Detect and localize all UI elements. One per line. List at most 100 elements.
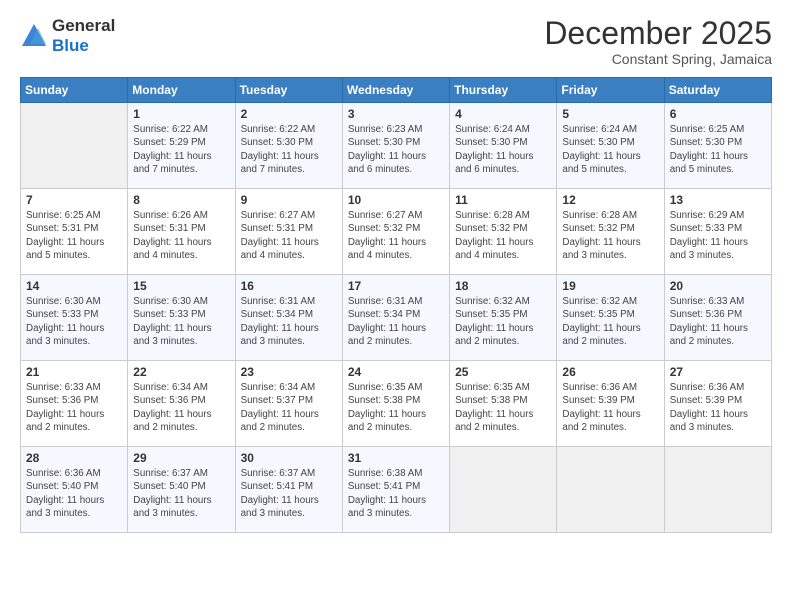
day-info: Sunrise: 6:28 AM Sunset: 5:32 PM Dayligh… (562, 209, 658, 262)
calendar-cell: 24 Sunrise: 6:35 AM Sunset: 5:38 PM Dayl… (342, 361, 449, 447)
day-info: Sunrise: 6:32 AM Sunset: 5:35 PM Dayligh… (455, 295, 551, 348)
day-info: Sunrise: 6:33 AM Sunset: 5:36 PM Dayligh… (26, 381, 122, 434)
calendar-week-3: 14 Sunrise: 6:30 AM Sunset: 5:33 PM Dayl… (21, 275, 772, 361)
calendar-cell: 4 Sunrise: 6:24 AM Sunset: 5:30 PM Dayli… (450, 103, 557, 189)
day-number: 17 (348, 279, 444, 293)
day-info: Sunrise: 6:27 AM Sunset: 5:32 PM Dayligh… (348, 209, 444, 262)
calendar-cell: 17 Sunrise: 6:31 AM Sunset: 5:34 PM Dayl… (342, 275, 449, 361)
location-subtitle: Constant Spring, Jamaica (544, 51, 772, 67)
calendar-cell: 7 Sunrise: 6:25 AM Sunset: 5:31 PM Dayli… (21, 189, 128, 275)
header: General Blue December 2025 Constant Spri… (20, 16, 772, 67)
calendar-cell: 19 Sunrise: 6:32 AM Sunset: 5:35 PM Dayl… (557, 275, 664, 361)
day-number: 15 (133, 279, 229, 293)
calendar-cell: 29 Sunrise: 6:37 AM Sunset: 5:40 PM Dayl… (128, 447, 235, 533)
day-number: 2 (241, 107, 337, 121)
calendar-cell (557, 447, 664, 533)
day-number: 1 (133, 107, 229, 121)
logo-icon (20, 22, 48, 50)
day-info: Sunrise: 6:37 AM Sunset: 5:41 PM Dayligh… (241, 467, 337, 520)
calendar-cell (664, 447, 771, 533)
day-number: 3 (348, 107, 444, 121)
day-info: Sunrise: 6:25 AM Sunset: 5:30 PM Dayligh… (670, 123, 766, 176)
calendar-cell (450, 447, 557, 533)
calendar-cell: 12 Sunrise: 6:28 AM Sunset: 5:32 PM Dayl… (557, 189, 664, 275)
day-info: Sunrise: 6:34 AM Sunset: 5:37 PM Dayligh… (241, 381, 337, 434)
day-number: 10 (348, 193, 444, 207)
calendar-cell: 16 Sunrise: 6:31 AM Sunset: 5:34 PM Dayl… (235, 275, 342, 361)
day-number: 9 (241, 193, 337, 207)
col-saturday: Saturday (664, 78, 771, 103)
logo: General Blue (20, 16, 115, 55)
calendar-cell: 8 Sunrise: 6:26 AM Sunset: 5:31 PM Dayli… (128, 189, 235, 275)
day-info: Sunrise: 6:24 AM Sunset: 5:30 PM Dayligh… (455, 123, 551, 176)
day-info: Sunrise: 6:35 AM Sunset: 5:38 PM Dayligh… (455, 381, 551, 434)
day-info: Sunrise: 6:22 AM Sunset: 5:29 PM Dayligh… (133, 123, 229, 176)
day-info: Sunrise: 6:29 AM Sunset: 5:33 PM Dayligh… (670, 209, 766, 262)
day-number: 5 (562, 107, 658, 121)
day-info: Sunrise: 6:31 AM Sunset: 5:34 PM Dayligh… (241, 295, 337, 348)
calendar-cell: 20 Sunrise: 6:33 AM Sunset: 5:36 PM Dayl… (664, 275, 771, 361)
day-number: 28 (26, 451, 122, 465)
calendar-cell: 6 Sunrise: 6:25 AM Sunset: 5:30 PM Dayli… (664, 103, 771, 189)
day-number: 7 (26, 193, 122, 207)
day-number: 8 (133, 193, 229, 207)
day-info: Sunrise: 6:33 AM Sunset: 5:36 PM Dayligh… (670, 295, 766, 348)
day-number: 25 (455, 365, 551, 379)
day-number: 22 (133, 365, 229, 379)
calendar-cell: 25 Sunrise: 6:35 AM Sunset: 5:38 PM Dayl… (450, 361, 557, 447)
calendar-cell: 15 Sunrise: 6:30 AM Sunset: 5:33 PM Dayl… (128, 275, 235, 361)
day-info: Sunrise: 6:24 AM Sunset: 5:30 PM Dayligh… (562, 123, 658, 176)
day-number: 16 (241, 279, 337, 293)
col-friday: Friday (557, 78, 664, 103)
day-info: Sunrise: 6:27 AM Sunset: 5:31 PM Dayligh… (241, 209, 337, 262)
day-number: 14 (26, 279, 122, 293)
day-info: Sunrise: 6:30 AM Sunset: 5:33 PM Dayligh… (26, 295, 122, 348)
col-tuesday: Tuesday (235, 78, 342, 103)
day-number: 29 (133, 451, 229, 465)
calendar-cell: 22 Sunrise: 6:34 AM Sunset: 5:36 PM Dayl… (128, 361, 235, 447)
calendar-cell: 23 Sunrise: 6:34 AM Sunset: 5:37 PM Dayl… (235, 361, 342, 447)
day-number: 21 (26, 365, 122, 379)
day-info: Sunrise: 6:36 AM Sunset: 5:39 PM Dayligh… (670, 381, 766, 434)
calendar-cell: 18 Sunrise: 6:32 AM Sunset: 5:35 PM Dayl… (450, 275, 557, 361)
day-info: Sunrise: 6:35 AM Sunset: 5:38 PM Dayligh… (348, 381, 444, 434)
day-info: Sunrise: 6:23 AM Sunset: 5:30 PM Dayligh… (348, 123, 444, 176)
title-block: December 2025 Constant Spring, Jamaica (544, 16, 772, 67)
day-info: Sunrise: 6:37 AM Sunset: 5:40 PM Dayligh… (133, 467, 229, 520)
calendar-cell: 13 Sunrise: 6:29 AM Sunset: 5:33 PM Dayl… (664, 189, 771, 275)
day-info: Sunrise: 6:31 AM Sunset: 5:34 PM Dayligh… (348, 295, 444, 348)
day-number: 26 (562, 365, 658, 379)
col-wednesday: Wednesday (342, 78, 449, 103)
day-number: 19 (562, 279, 658, 293)
calendar-week-5: 28 Sunrise: 6:36 AM Sunset: 5:40 PM Dayl… (21, 447, 772, 533)
main-container: General Blue December 2025 Constant Spri… (0, 0, 792, 612)
calendar-cell: 27 Sunrise: 6:36 AM Sunset: 5:39 PM Dayl… (664, 361, 771, 447)
calendar-cell: 10 Sunrise: 6:27 AM Sunset: 5:32 PM Dayl… (342, 189, 449, 275)
col-thursday: Thursday (450, 78, 557, 103)
day-info: Sunrise: 6:36 AM Sunset: 5:39 PM Dayligh… (562, 381, 658, 434)
col-monday: Monday (128, 78, 235, 103)
calendar-week-4: 21 Sunrise: 6:33 AM Sunset: 5:36 PM Dayl… (21, 361, 772, 447)
day-info: Sunrise: 6:25 AM Sunset: 5:31 PM Dayligh… (26, 209, 122, 262)
calendar-cell: 14 Sunrise: 6:30 AM Sunset: 5:33 PM Dayl… (21, 275, 128, 361)
calendar-cell: 21 Sunrise: 6:33 AM Sunset: 5:36 PM Dayl… (21, 361, 128, 447)
calendar-cell: 3 Sunrise: 6:23 AM Sunset: 5:30 PM Dayli… (342, 103, 449, 189)
calendar-cell: 5 Sunrise: 6:24 AM Sunset: 5:30 PM Dayli… (557, 103, 664, 189)
calendar-cell: 1 Sunrise: 6:22 AM Sunset: 5:29 PM Dayli… (128, 103, 235, 189)
day-number: 30 (241, 451, 337, 465)
col-sunday: Sunday (21, 78, 128, 103)
day-info: Sunrise: 6:30 AM Sunset: 5:33 PM Dayligh… (133, 295, 229, 348)
day-number: 11 (455, 193, 551, 207)
calendar-body: 1 Sunrise: 6:22 AM Sunset: 5:29 PM Dayli… (21, 103, 772, 533)
weekday-row: Sunday Monday Tuesday Wednesday Thursday… (21, 78, 772, 103)
month-title: December 2025 (544, 16, 772, 51)
logo-text: General Blue (52, 16, 115, 55)
day-number: 4 (455, 107, 551, 121)
calendar-cell: 28 Sunrise: 6:36 AM Sunset: 5:40 PM Dayl… (21, 447, 128, 533)
day-info: Sunrise: 6:32 AM Sunset: 5:35 PM Dayligh… (562, 295, 658, 348)
calendar-cell: 31 Sunrise: 6:38 AM Sunset: 5:41 PM Dayl… (342, 447, 449, 533)
calendar-cell: 26 Sunrise: 6:36 AM Sunset: 5:39 PM Dayl… (557, 361, 664, 447)
calendar-week-1: 1 Sunrise: 6:22 AM Sunset: 5:29 PM Dayli… (21, 103, 772, 189)
calendar-cell: 9 Sunrise: 6:27 AM Sunset: 5:31 PM Dayli… (235, 189, 342, 275)
day-info: Sunrise: 6:36 AM Sunset: 5:40 PM Dayligh… (26, 467, 122, 520)
